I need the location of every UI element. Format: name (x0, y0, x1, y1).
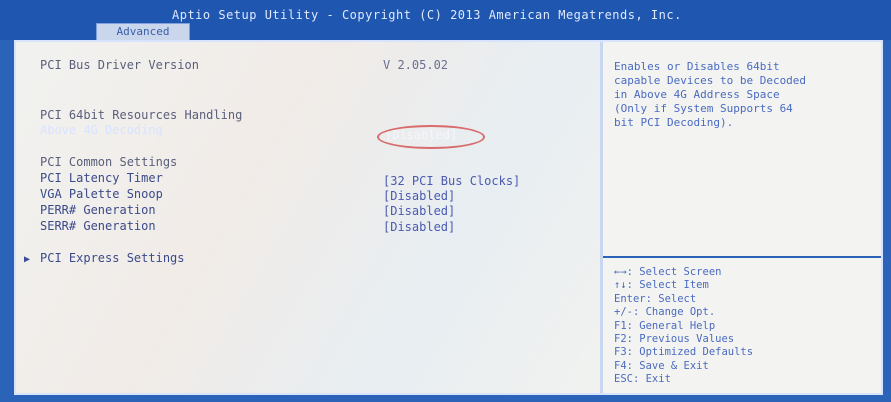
submenu-arrow-icon: ▶ (24, 254, 31, 265)
key-previous-values: F2: Previous Values (614, 333, 735, 346)
help-line: (Only if System Supports 64 (614, 102, 793, 115)
pci-bus-driver-version-value: V 2.05.02 (383, 58, 449, 72)
bios-screen: Aptio Setup Utility - Copyright (C) 2013… (0, 0, 891, 402)
help-line: in Above 4G Address Space (614, 88, 780, 101)
perr-generation-value[interactable]: [Disabled] (383, 204, 455, 218)
key-esc-exit: ESC: Exit (614, 373, 671, 386)
key-legend: ←→: Select Screen ↑↓: Select Item Enter:… (614, 266, 753, 387)
tab-advanced[interactable]: Advanced (96, 23, 190, 41)
key-change-opt: +/-: Change Opt. (614, 306, 716, 319)
perr-generation-label[interactable]: PERR# Generation (40, 203, 156, 217)
latency-timer-label[interactable]: PCI Latency Timer (40, 171, 163, 185)
vga-palette-snoop-label[interactable]: VGA Palette Snoop (40, 187, 163, 201)
help-line: bit PCI Decoding). (614, 116, 734, 129)
key-optimized-defaults: F3: Optimized Defaults (614, 346, 754, 359)
key-enter-select: Enter: Select (614, 292, 697, 305)
help-line: capable Devices to be Decoded (614, 74, 807, 87)
common-heading: PCI Common Settings (40, 155, 178, 169)
header-title: Aptio Setup Utility - Copyright (C) 2013… (172, 8, 682, 22)
serr-generation-label[interactable]: SERR# Generation (40, 219, 156, 233)
resources-heading: PCI 64bit Resources Handling (40, 108, 243, 122)
key-select-screen: ←→: Select Screen (614, 266, 722, 278)
key-select-item: ↑↓: Select Item (614, 279, 709, 292)
help-description: Enables or Disables 64bit capable Device… (614, 60, 876, 130)
header-bar: Aptio Setup Utility - Copyright (C) 2013… (0, 0, 891, 41)
highlight-circle (377, 125, 485, 149)
pci-bus-driver-version-label: PCI Bus Driver Version (40, 58, 199, 72)
serr-generation-value[interactable]: [Disabled] (383, 220, 455, 234)
pci-express-settings-link[interactable]: PCI Express Settings (40, 251, 185, 265)
latency-timer-value[interactable]: [32 PCI Bus Clocks] (383, 174, 520, 188)
key-save-exit: F4: Save & Exit (614, 359, 709, 372)
key-general-help: F1: General Help (614, 319, 716, 332)
help-line: Enables or Disables 64bit (614, 60, 780, 73)
vga-palette-snoop-value[interactable]: [Disabled] (383, 189, 455, 203)
above-4g-decoding-label[interactable]: Above 4G Decoding (40, 123, 163, 137)
